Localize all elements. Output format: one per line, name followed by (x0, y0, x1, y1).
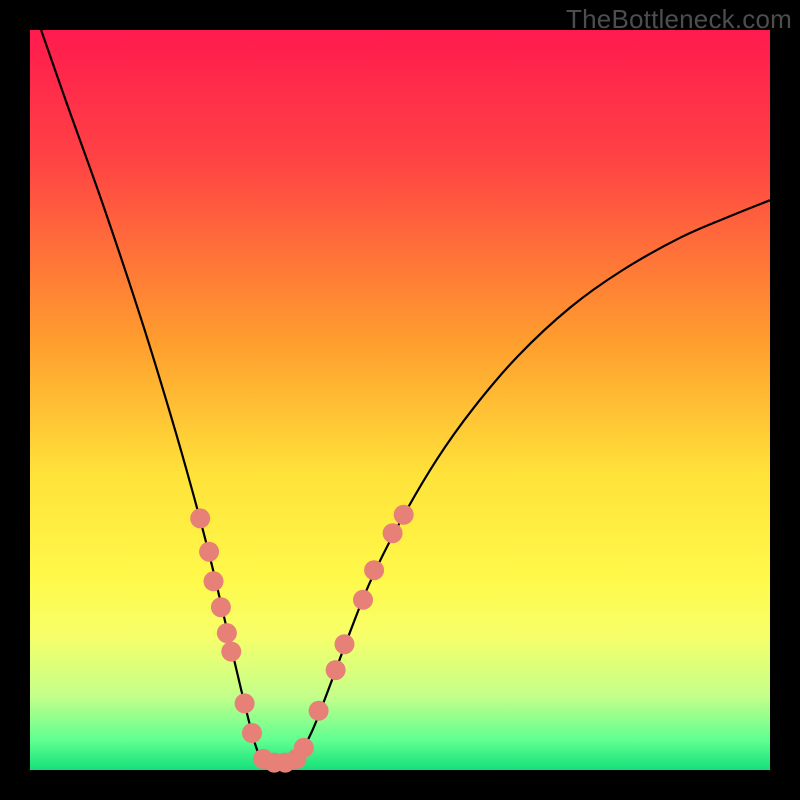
sample-dot (353, 590, 373, 610)
sample-dot (383, 523, 403, 543)
outer-frame: TheBottleneck.com (0, 0, 800, 800)
sample-dot (309, 701, 329, 721)
watermark-text: TheBottleneck.com (566, 4, 792, 35)
bottleneck-curve (41, 30, 770, 767)
sample-dot (286, 749, 306, 769)
sample-dot (326, 660, 346, 680)
sample-dot (221, 642, 241, 662)
sample-dot (217, 623, 237, 643)
sample-dots (190, 505, 414, 773)
sample-dot (190, 508, 210, 528)
sample-dot (235, 693, 255, 713)
sample-dot (204, 571, 224, 591)
sample-dot (211, 597, 231, 617)
sample-dot (364, 560, 384, 580)
sample-dot (199, 542, 219, 562)
sample-dot (335, 634, 355, 654)
sample-dot (394, 505, 414, 525)
sample-dot (242, 723, 262, 743)
chart-svg (30, 30, 770, 770)
